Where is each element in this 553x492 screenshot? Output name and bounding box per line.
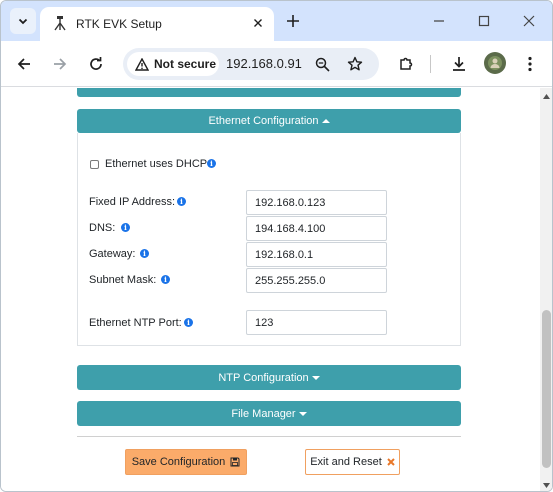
ethernet-ntp-port-input[interactable] bbox=[246, 310, 387, 335]
close-icon bbox=[254, 19, 262, 27]
extensions-button[interactable] bbox=[394, 52, 418, 76]
bookmark-button[interactable] bbox=[346, 55, 364, 73]
scroll-down-button[interactable] bbox=[540, 479, 552, 491]
reload-button[interactable] bbox=[84, 52, 108, 76]
caret-down-icon bbox=[311, 375, 320, 380]
file-manager-header[interactable]: File Manager bbox=[77, 401, 461, 426]
fixed-ip-input[interactable] bbox=[246, 190, 387, 215]
ethernet-configuration-label: Ethernet Configuration bbox=[208, 115, 319, 127]
info-icon[interactable]: i bbox=[121, 223, 130, 232]
browser-toolbar: Not secure 192.168.0.91 bbox=[1, 41, 552, 87]
tab-title: RTK EVK Setup bbox=[76, 17, 162, 31]
back-arrow-icon bbox=[17, 58, 30, 70]
minimize-icon bbox=[434, 20, 444, 22]
exit-and-reset-button[interactable]: Exit and Reset bbox=[305, 449, 400, 475]
download-icon bbox=[453, 57, 465, 71]
gateway-label: Gateway: bbox=[89, 248, 136, 260]
close-icon bbox=[523, 15, 535, 27]
caret-down-icon bbox=[298, 411, 307, 416]
dns-input[interactable] bbox=[246, 216, 387, 241]
triangle-up-icon bbox=[542, 93, 550, 99]
dns-label: DNS: bbox=[89, 222, 116, 234]
star-icon bbox=[347, 56, 363, 71]
ethernet-dhcp-checkbox[interactable] bbox=[90, 160, 99, 169]
downloads-button[interactable] bbox=[447, 52, 471, 76]
plus-icon bbox=[287, 15, 299, 27]
triangle-down-icon bbox=[542, 482, 550, 488]
chevron-down-icon bbox=[18, 18, 28, 25]
ntp-configuration-header[interactable]: NTP Configuration bbox=[77, 365, 461, 390]
url-text[interactable]: 192.168.0.91 bbox=[226, 56, 302, 71]
reload-icon bbox=[90, 57, 102, 70]
info-icon[interactable]: i bbox=[184, 318, 193, 327]
tab-strip: RTK EVK Setup bbox=[1, 1, 552, 41]
back-button[interactable] bbox=[12, 52, 36, 76]
fixed-ip-label: Fixed IP Address: bbox=[89, 196, 176, 208]
save-configuration-label: Save Configuration bbox=[131, 456, 226, 468]
info-icon[interactable]: i bbox=[161, 275, 170, 284]
zoom-out-magnifier-icon bbox=[315, 57, 330, 72]
zoom-button[interactable] bbox=[313, 55, 331, 73]
info-icon[interactable]: i bbox=[207, 159, 216, 168]
page-scrollbar[interactable] bbox=[540, 88, 552, 491]
warning-triangle-icon bbox=[135, 57, 149, 71]
minimize-button[interactable] bbox=[431, 13, 447, 29]
security-chip[interactable]: Not secure bbox=[127, 52, 219, 76]
maximize-icon bbox=[478, 15, 490, 27]
puzzle-piece-icon bbox=[400, 57, 413, 70]
subnet-mask-input[interactable] bbox=[246, 268, 387, 293]
profile-avatar[interactable] bbox=[484, 52, 506, 74]
tab-close-button[interactable] bbox=[250, 15, 266, 31]
browser-window: RTK EVK Setup Not secure 192.168.0.91 Et… bbox=[0, 0, 553, 492]
maximize-button[interactable] bbox=[476, 13, 492, 29]
ethernet-dhcp-label: Ethernet uses DHCP bbox=[105, 158, 208, 170]
page-content: Ethernet Configuration Ethernet uses DHC… bbox=[1, 88, 552, 491]
tab-rtk-evk-setup[interactable]: RTK EVK Setup bbox=[40, 7, 274, 41]
ethernet-ntp-port-label: Ethernet NTP Port: bbox=[89, 317, 182, 329]
ntp-configuration-label: NTP Configuration bbox=[218, 371, 309, 384]
file-manager-label: File Manager bbox=[231, 407, 296, 420]
kebab-menu-icon bbox=[528, 56, 532, 72]
gateway-input[interactable] bbox=[246, 242, 387, 267]
floppy-disk-icon bbox=[230, 457, 240, 467]
info-icon[interactable]: i bbox=[140, 249, 149, 258]
scroll-thumb[interactable] bbox=[542, 310, 551, 468]
new-tab-button[interactable] bbox=[284, 12, 302, 30]
ethernet-configuration-header[interactable]: Ethernet Configuration bbox=[77, 109, 461, 133]
exit-and-reset-label: Exit and Reset bbox=[310, 456, 382, 468]
tab-search-button[interactable] bbox=[10, 8, 36, 34]
window-close-button[interactable] bbox=[521, 13, 537, 29]
toolbar-separator bbox=[430, 55, 431, 73]
avatar-icon bbox=[488, 56, 502, 70]
close-x-icon bbox=[387, 458, 395, 466]
forward-button[interactable] bbox=[48, 52, 72, 76]
scroll-up-button[interactable] bbox=[540, 90, 552, 102]
browser-menu-button[interactable] bbox=[518, 52, 542, 76]
security-label: Not secure bbox=[154, 57, 217, 71]
forward-arrow-icon bbox=[54, 58, 67, 70]
save-configuration-button[interactable]: Save Configuration bbox=[125, 449, 247, 475]
subnet-mask-label: Subnet Mask: bbox=[89, 274, 157, 286]
info-icon[interactable]: i bbox=[177, 197, 186, 206]
section-divider bbox=[77, 436, 461, 437]
caret-up-icon bbox=[321, 119, 330, 123]
previous-section-bar[interactable] bbox=[77, 88, 461, 97]
tripod-icon bbox=[54, 16, 66, 31]
address-bar[interactable]: Not secure 192.168.0.91 bbox=[123, 48, 379, 80]
